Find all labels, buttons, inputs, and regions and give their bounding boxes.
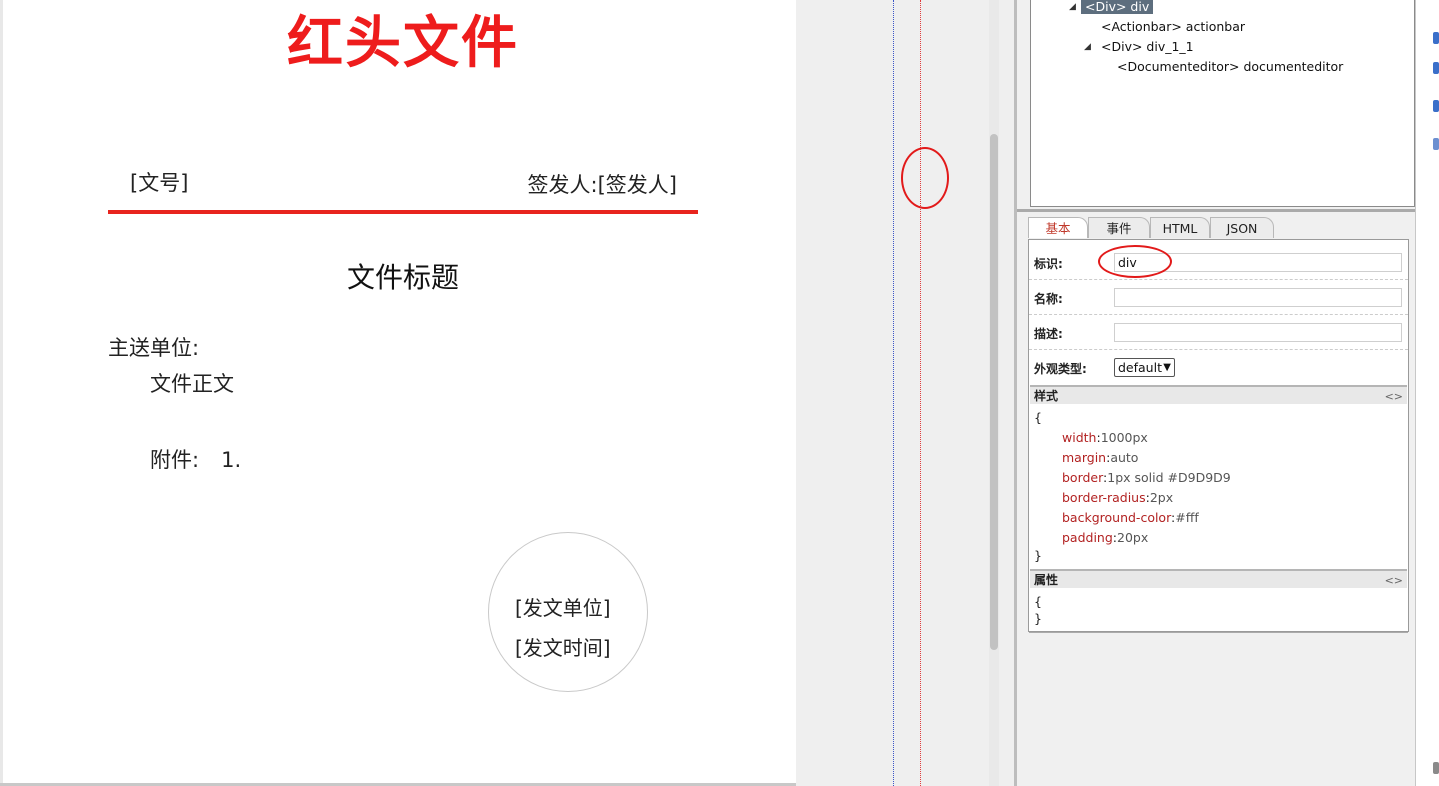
tree-expand-icon[interactable]: ◢	[1069, 2, 1076, 12]
attributes-close-brace: }	[1034, 611, 1042, 626]
tree-node-root-label[interactable]: <Div> div	[1081, 0, 1154, 14]
issuer-field: [发文单位]	[515, 596, 611, 620]
form-row-description: 描述:	[1029, 315, 1408, 350]
style-key: width	[1062, 430, 1097, 445]
signer-label: 签发人:	[527, 173, 598, 197]
toolbar-icon[interactable]	[1433, 62, 1439, 74]
style-key: padding	[1062, 530, 1113, 545]
style-rule[interactable]: padding:20px	[1062, 528, 1148, 548]
doc-number-field: [文号]	[130, 171, 189, 195]
appearance-select[interactable]: default ▼	[1114, 358, 1175, 377]
style-rule[interactable]: background-color:#fff	[1062, 508, 1199, 528]
tab-basic[interactable]: 基本	[1028, 217, 1088, 238]
guide-line-blue	[893, 0, 894, 786]
property-form: 标识: 名称: 描述: 外观类型: default ▼ 样式 <> { widt…	[1028, 239, 1409, 633]
style-open-brace: {	[1034, 410, 1042, 425]
code-toggle-icon[interactable]: <>	[1385, 387, 1403, 406]
style-section-header[interactable]: 样式 <>	[1030, 385, 1407, 404]
red-header-title: 红头文件	[287, 11, 519, 76]
signer-value: [签发人]	[597, 173, 677, 197]
appearance-select-value: default	[1118, 360, 1162, 375]
form-row-appearance: 外观类型: default ▼	[1029, 350, 1408, 385]
canvas-gutter	[796, 0, 1017, 786]
attachment-line: 附件: 1.	[150, 444, 241, 474]
attributes-section-header[interactable]: 属性 <>	[1030, 569, 1407, 588]
tree-node-root[interactable]: <Div> div	[1081, 0, 1154, 16]
style-value: 2px	[1149, 490, 1174, 505]
style-rule[interactable]: width:1000px	[1062, 428, 1148, 448]
canvas-left-edge	[0, 0, 3, 786]
style-value: 1000px	[1100, 430, 1148, 445]
form-row-name: 名称:	[1029, 280, 1408, 315]
guide-line-red	[920, 0, 921, 786]
attachment-number: 1.	[221, 448, 242, 472]
style-rule[interactable]: margin:auto	[1062, 448, 1138, 468]
style-rule[interactable]: border:1px solid #D9D9D9	[1062, 468, 1231, 488]
tree-expand-icon[interactable]: ◢	[1084, 42, 1091, 52]
toolbar-icon[interactable]	[1433, 100, 1439, 112]
tree-node-actionbar[interactable]: <Actionbar> actionbar	[1101, 18, 1245, 36]
style-key: border	[1062, 470, 1104, 485]
toolbar-icon[interactable]	[1433, 32, 1439, 44]
component-tree: ◢ <Div> div <Actionbar> actionbar ◢ <Div…	[1030, 0, 1415, 207]
style-value: auto	[1110, 450, 1139, 465]
id-label: 标识:	[1034, 257, 1063, 271]
appearance-label: 外观类型:	[1034, 362, 1087, 376]
document-subject: 文件标题	[346, 261, 459, 294]
name-input[interactable]	[1114, 288, 1402, 307]
panel-separator	[1017, 209, 1415, 212]
annotation-circle	[1098, 245, 1172, 278]
annotation-circle	[901, 147, 949, 209]
issue-date-field: [发文时间]	[515, 636, 611, 660]
attachment-label: 附件:	[150, 448, 200, 472]
style-key: background-color	[1062, 510, 1172, 525]
style-value: 1px solid #D9D9D9	[1107, 470, 1231, 485]
attributes-section-title: 属性	[1034, 573, 1059, 587]
scrollbar-thumb[interactable]	[990, 134, 998, 650]
document-canvas: 红头文件 [文号] 签发人:[签发人] 文件标题 主送单位: 文件正文 附件: 1…	[0, 0, 796, 786]
document-body: 文件正文	[150, 372, 234, 396]
tab-events[interactable]: 事件	[1088, 217, 1150, 238]
toolbar-icon[interactable]	[1433, 138, 1439, 150]
chevron-down-icon: ▼	[1163, 362, 1171, 373]
signer-block: 签发人:[签发人]	[528, 169, 677, 199]
tree-node-div-1-1[interactable]: <Div> div_1_1	[1101, 38, 1194, 56]
style-value: #fff	[1175, 510, 1199, 525]
toolbar-icon[interactable]	[1433, 762, 1439, 774]
style-value: 20px	[1117, 530, 1149, 545]
style-close-brace: }	[1034, 548, 1042, 563]
code-toggle-icon[interactable]: <>	[1385, 571, 1403, 590]
tree-node-documenteditor[interactable]: <Documenteditor> documenteditor	[1117, 58, 1343, 76]
tab-json[interactable]: JSON	[1210, 217, 1274, 238]
description-input[interactable]	[1114, 323, 1402, 342]
right-toolbar-strip	[1415, 0, 1439, 786]
tab-html[interactable]: HTML	[1150, 217, 1210, 238]
attributes-bottom-border	[1029, 632, 1408, 633]
style-section-title: 样式	[1034, 389, 1059, 403]
style-key: border-radius	[1062, 490, 1146, 505]
style-rule[interactable]: border-radius:2px	[1062, 488, 1173, 508]
description-label: 描述:	[1034, 327, 1063, 341]
form-row-id: 标识:	[1029, 245, 1408, 280]
style-key: margin	[1062, 450, 1107, 465]
name-label: 名称:	[1034, 292, 1063, 306]
recipient-label: 主送单位:	[108, 336, 200, 360]
red-divider-rule	[108, 210, 698, 214]
